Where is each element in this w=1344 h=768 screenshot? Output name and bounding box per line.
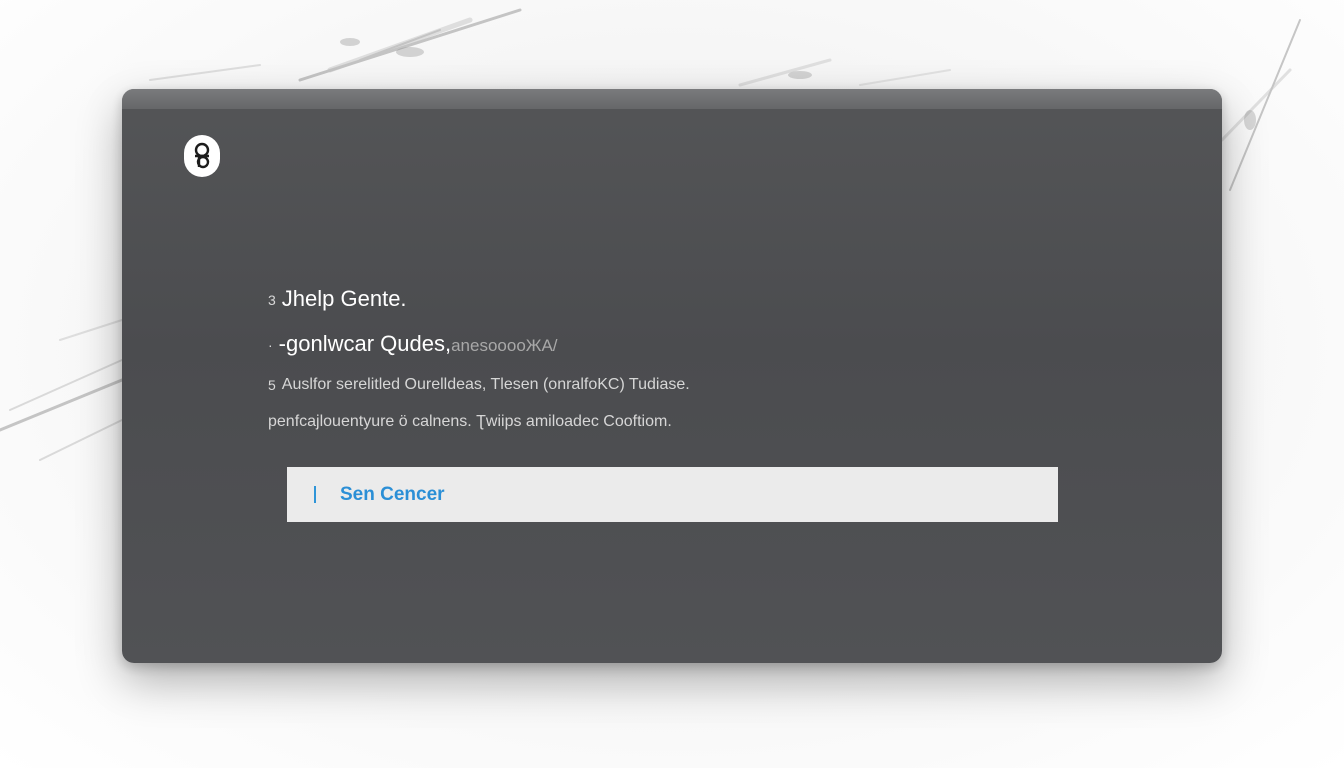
help-description-line-2: penfcajlouentyure ö calnens. Ʈwiips amil… — [268, 413, 672, 430]
help-content: 3 Jhelp Gente. · -gonlwcar Qudes,anesooooЖ… — [268, 283, 1088, 433]
help-question-icon[interactable] — [184, 135, 220, 177]
help-subtitle-row: · -gonlwcar Qudes,anesooooЖA/ — [268, 328, 1088, 360]
send-button[interactable]: Sen Cencer — [287, 467, 1058, 522]
text-cursor-icon — [314, 486, 316, 503]
help-question-icon-glyph — [194, 142, 210, 169]
help-title-marker: 3 — [268, 292, 276, 309]
help-description-marker: 5 — [268, 377, 276, 393]
help-title: Jhelp Gente. — [281, 286, 407, 311]
help-subtitle-marker: · — [268, 337, 273, 354]
help-description-line-1: 5 Auslfor serelitled Ourelldeas, Tlesen (… — [268, 374, 1088, 396]
help-title-row: 3 Jhelp Gente. — [268, 283, 1088, 315]
help-subtitle-faded: anesooooЖA/ — [451, 336, 558, 355]
help-center-dialog: 3 Jhelp Gente. · -gonlwcar Qudes,anesooooЖ… — [122, 89, 1222, 663]
help-subtitle: -gonlwcar Qudes, — [278, 331, 452, 356]
send-button-label: Sen Cencer — [340, 483, 445, 505]
help-description-text-1: Auslfor serelitled Ourelldeas, Tlesen (o… — [281, 376, 690, 394]
dialog-title-bar — [122, 89, 1222, 109]
